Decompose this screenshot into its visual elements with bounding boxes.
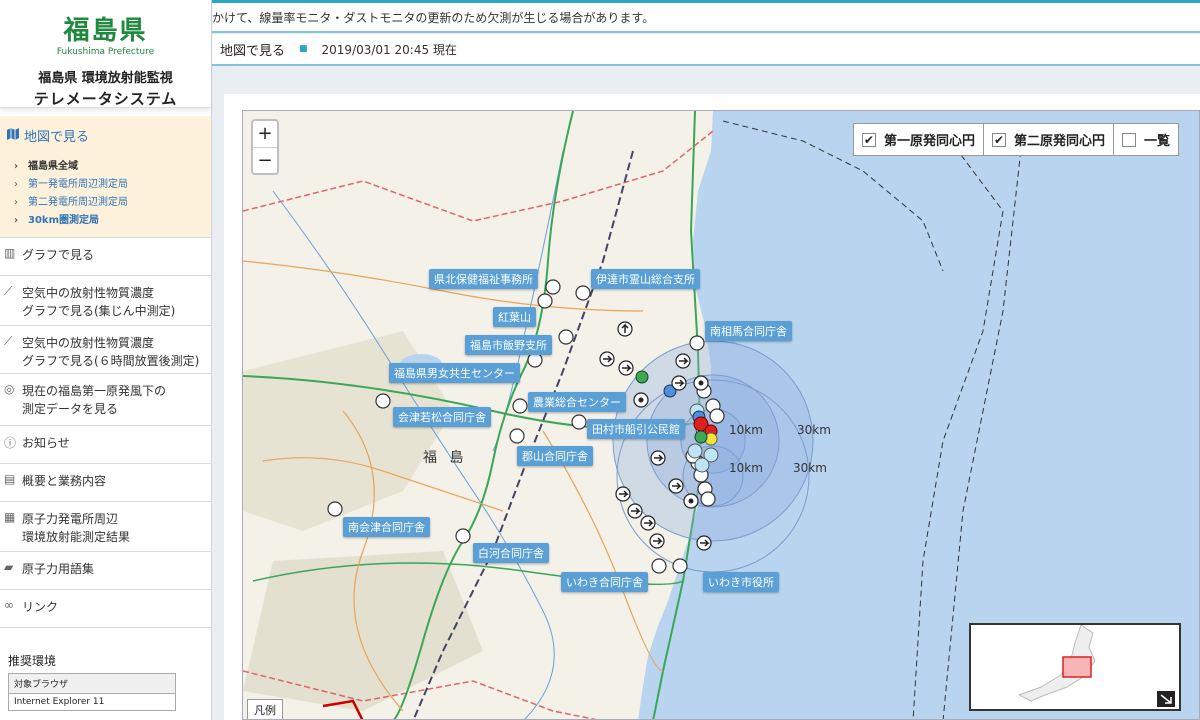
chevron-right-icon: ›	[14, 179, 18, 190]
map-canvas[interactable]: 10km 30km 10km 30km 福 島 + − ✔ 第一原発同心円 ✔ 第二…	[242, 110, 1200, 720]
station-label[interactable]: 南相馬合同庁舎	[705, 321, 792, 341]
menu-map-section: 地図で見る › 福島県全域 › 第一発電所周辺測定局 › 第二発電所周辺測定局 › 30…	[0, 116, 211, 238]
prefecture-name-en: Fukushima Prefecture	[56, 47, 155, 57]
submenu-npp1-stations[interactable]: › 第一発電所周辺測定局	[14, 175, 211, 190]
prefecture-name: 福島県	[63, 16, 148, 46]
building-icon: ▤	[4, 472, 16, 486]
station-label[interactable]: 福島県男女共生センター	[389, 363, 520, 383]
checkbox-checked-icon[interactable]: ✔	[861, 132, 876, 147]
notice-ticker: かけて、線量率モニタ・ダストモニタの更新のため欠測が生じる場合があります。	[212, 3, 1200, 33]
target-icon: ◎	[4, 382, 15, 396]
station-label[interactable]: 農業総合センター	[528, 392, 626, 412]
chevron-right-icon: ›	[14, 161, 19, 172]
submenu-npp2-stations[interactable]: › 第二発電所周辺測定局	[14, 193, 211, 208]
checkbox-unchecked-icon[interactable]	[1121, 132, 1136, 147]
menu-air-concentration-collecting[interactable]: ⟋ 空気中の放射性物質濃度 グラフで見る(集じん中測定)	[0, 276, 211, 326]
map-icon	[6, 127, 20, 145]
station-label[interactable]: 紅葉山	[493, 307, 536, 327]
station-label[interactable]: 伊達市霊山総合支所	[591, 269, 700, 289]
system-title-line2: テレメータシステム	[33, 90, 178, 108]
book-icon: ▰	[4, 560, 14, 574]
station-label[interactable]: 会津若松合同庁舎	[393, 407, 491, 427]
calendar-icon: ▦	[4, 510, 16, 524]
ring-10km-label-2: 10km	[729, 461, 763, 475]
page-title: 地図で見る	[220, 43, 286, 59]
toggle-list[interactable]: 一覧	[1114, 124, 1178, 155]
menu-glossary[interactable]: ▰ 原子力用語集	[0, 552, 211, 590]
update-time: 2019/03/01 20:45 現在	[321, 42, 457, 57]
info-icon: ⓘ	[4, 436, 17, 450]
station-label[interactable]: 福島市飯野支所	[465, 335, 552, 355]
chevron-right-icon: ›	[14, 197, 18, 208]
menu-npp-results[interactable]: ▦ 原子力発電所周辺 環境放射能測定結果	[0, 502, 211, 552]
system-title-line1: 福島県 環境放射能監視	[38, 71, 173, 86]
zoom-in-button[interactable]: +	[253, 121, 277, 147]
menu-map-label: 地図で見る	[24, 130, 90, 145]
circle-toggle-bar: ✔ 第一原発同心円 ✔ 第二原発同心円 一覧	[852, 123, 1179, 156]
station-label[interactable]: 郡山合同庁舎	[517, 446, 593, 466]
menu-links[interactable]: ∞ リンク	[0, 590, 211, 628]
zoom-out-button[interactable]: −	[253, 147, 277, 173]
station-label[interactable]: 県北保健福祉事務所	[429, 269, 538, 289]
line-chart-icon: ⟋	[4, 334, 13, 348]
menu-news[interactable]: ⓘ お知らせ	[0, 426, 211, 464]
menu-map[interactable]: 地図で見る	[0, 116, 211, 151]
logo[interactable]: 福島県 Fukushima Prefecture 福島県 環境放射能監視 テレメ…	[0, 0, 211, 108]
submenu-30km-stations[interactable]: › 30km圏測定局	[14, 211, 211, 226]
env-header: 対象ブラウザ	[9, 674, 175, 694]
link-icon: ∞	[4, 598, 14, 612]
line-chart-icon: ⟋	[4, 284, 13, 298]
env-value: Internet Explorer 11	[14, 697, 105, 707]
ring-30km-label: 30km	[797, 423, 831, 437]
city-label-fukushima: 福 島	[423, 450, 468, 466]
toggle-npp2-circle[interactable]: ✔ 第二原発同心円	[984, 124, 1114, 155]
breadcrumb: 地図で見る ■ 2019/03/01 20:45 現在	[212, 34, 1200, 66]
bar-chart-icon: ▥	[4, 246, 16, 260]
checkbox-checked-icon[interactable]: ✔	[991, 132, 1006, 147]
toggle-npp1-circle[interactable]: ✔ 第一原発同心円	[854, 124, 984, 155]
ring-10km-label: 10km	[729, 423, 763, 437]
station-label[interactable]: 南会津合同庁舎	[343, 517, 430, 537]
env-title: 推奨環境	[8, 654, 57, 668]
submenu-all-prefecture[interactable]: › 福島県全域	[14, 157, 211, 172]
sidebar: 福島県 Fukushima Prefecture 福島県 環境放射能監視 テレメ…	[0, 0, 212, 720]
map-panel: 10km 30km 10km 30km 福 島 + − ✔ 第一原発同心円 ✔ 第二…	[224, 94, 1200, 720]
station-label[interactable]: いわき合同庁舎	[561, 572, 648, 592]
station-label[interactable]: 白河合同庁舎	[473, 543, 549, 563]
recommended-environment: 推奨環境 対象ブラウザ Internet Explorer 11	[8, 652, 176, 711]
ring-30km-label-2: 30km	[793, 461, 827, 475]
station-label[interactable]: いわき市役所	[703, 572, 779, 592]
zoom-control: + −	[251, 119, 279, 175]
menu-air-concentration-after6h[interactable]: ⟋ 空気中の放射性物質濃度 グラフで見る(６時間放置後測定)	[0, 326, 211, 374]
menu-graph[interactable]: ▥ グラフで見る	[0, 238, 211, 276]
station-label[interactable]: 田村市船引公民館	[587, 419, 685, 439]
overview-inset-map[interactable]	[969, 623, 1181, 711]
chevron-right-icon: ›	[14, 215, 19, 226]
legend-button[interactable]: 凡例	[247, 699, 283, 719]
env-table: 対象ブラウザ Internet Explorer 11	[8, 673, 176, 711]
menu-downwind-data[interactable]: ◎ 現在の福島第一原発風下の 測定データを見る	[0, 374, 211, 426]
inset-map-drawing	[971, 624, 1179, 709]
menu-about[interactable]: ▤ 概要と業務内容	[0, 464, 211, 502]
square-bullet-icon: ■	[299, 44, 308, 54]
